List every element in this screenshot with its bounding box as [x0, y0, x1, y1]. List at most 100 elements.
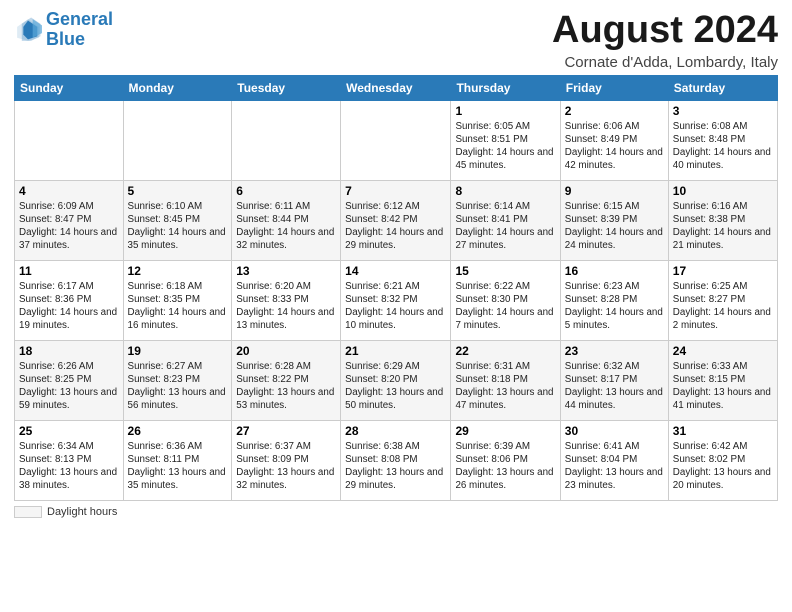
cell-day-number: 27 — [236, 424, 336, 438]
legend-label: Daylight hours — [47, 506, 117, 518]
cell-day-number: 6 — [236, 184, 336, 198]
cell-info: Sunrise: 6:36 AM Sunset: 8:11 PM Dayligh… — [128, 440, 228, 493]
calendar-cell: 5Sunrise: 6:10 AM Sunset: 8:45 PM Daylig… — [123, 180, 232, 260]
calendar-week-row: 11Sunrise: 6:17 AM Sunset: 8:36 PM Dayli… — [15, 260, 778, 340]
cell-day-number: 14 — [345, 264, 446, 278]
calendar-cell: 16 Sunrise: 6:23 AM Sunset: 8:28 PM Dayli… — [560, 260, 668, 340]
calendar-cell: 21 Sunrise: 6:29 AM Sunset: 8:20 PM Dayli… — [341, 340, 451, 420]
cell-day-number: 23 — [565, 344, 664, 358]
calendar-cell: 12Sunrise: 6:18 AM Sunset: 8:35 PM Dayli… — [123, 260, 232, 340]
cell-info: Sunrise: 6:11 AM Sunset: 8:44 PM Dayligh… — [236, 200, 336, 253]
calendar-table: Sunday Monday Tuesday Wednesday Thursday… — [14, 75, 778, 501]
cell-info: Sunrise: 6:10 AM Sunset: 8:45 PM Dayligh… — [128, 200, 228, 253]
cell-day-number: 26 — [128, 424, 228, 438]
calendar-cell: 19 Sunrise: 6:27 AM Sunset: 8:23 PM Dayli… — [123, 340, 232, 420]
cell-day-number: 1 — [455, 104, 555, 118]
cell-info: Sunrise: 6:32 AM Sunset: 8:17 PM Dayligh… — [565, 360, 664, 413]
cell-info: Sunrise: 6:42 AM Sunset: 8:02 PM Dayligh… — [673, 440, 773, 493]
calendar-cell: 4 Sunrise: 6:09 AM Sunset: 8:47 PM Daylig… — [15, 180, 124, 260]
cell-day-number: 29 — [455, 424, 555, 438]
calendar-cell: 23 Sunrise: 6:32 AM Sunset: 8:17 PM Dayli… — [560, 340, 668, 420]
cell-info: Sunrise: 6:14 AM Sunset: 8:41 PM Dayligh… — [455, 200, 555, 253]
cell-info: Sunrise: 6:08 AM Sunset: 8:48 PM Dayligh… — [673, 120, 773, 173]
calendar-cell: 18Sunrise: 6:26 AM Sunset: 8:25 PM Dayli… — [15, 340, 124, 420]
calendar-cell — [232, 100, 341, 180]
cell-day-number: 19 — [128, 344, 228, 358]
cell-info: Sunrise: 6:16 AM Sunset: 8:38 PM Dayligh… — [673, 200, 773, 253]
cell-day-number: 12 — [128, 264, 228, 278]
cell-day-number: 8 — [455, 184, 555, 198]
cell-info: Sunrise: 6:26 AM Sunset: 8:25 PM Dayligh… — [19, 360, 119, 413]
cell-day-number: 25 — [19, 424, 119, 438]
calendar-week-row: 4 Sunrise: 6:09 AM Sunset: 8:47 PM Daylig… — [15, 180, 778, 260]
cell-info: Sunrise: 6:28 AM Sunset: 8:22 PM Dayligh… — [236, 360, 336, 413]
cell-day-number: 28 — [345, 424, 446, 438]
calendar-week-row: 18Sunrise: 6:26 AM Sunset: 8:25 PM Dayli… — [15, 340, 778, 420]
cell-info: Sunrise: 6:34 AM Sunset: 8:13 PM Dayligh… — [19, 440, 119, 493]
calendar-cell: 7Sunrise: 6:12 AM Sunset: 8:42 PM Daylig… — [341, 180, 451, 260]
calendar-cell: 30Sunrise: 6:41 AM Sunset: 8:04 PM Dayli… — [560, 420, 668, 500]
cell-day-number: 15 — [455, 264, 555, 278]
calendar-cell: 3Sunrise: 6:08 AM Sunset: 8:48 PM Daylig… — [668, 100, 777, 180]
cell-info: Sunrise: 6:22 AM Sunset: 8:30 PM Dayligh… — [455, 280, 555, 333]
cell-info: Sunrise: 6:23 AM Sunset: 8:28 PM Dayligh… — [565, 280, 664, 333]
subtitle: Cornate d'Adda, Lombardy, Italy — [552, 54, 778, 71]
calendar-cell: 2 Sunrise: 6:06 AM Sunset: 8:49 PM Daylig… — [560, 100, 668, 180]
calendar-week-row: 1 Sunrise: 6:05 AM Sunset: 8:51 PM Daylig… — [15, 100, 778, 180]
calendar-cell: 31 Sunrise: 6:42 AM Sunset: 8:02 PM Dayli… — [668, 420, 777, 500]
calendar-cell: 17 Sunrise: 6:25 AM Sunset: 8:27 PM Dayli… — [668, 260, 777, 340]
cell-info: Sunrise: 6:25 AM Sunset: 8:27 PM Dayligh… — [673, 280, 773, 333]
cell-info: Sunrise: 6:38 AM Sunset: 8:08 PM Dayligh… — [345, 440, 446, 493]
col-wednesday: Wednesday — [341, 75, 451, 100]
logo-text: General Blue — [46, 10, 113, 50]
header: General Blue August 2024 Cornate d'Adda,… — [14, 10, 778, 71]
cell-info: Sunrise: 6:29 AM Sunset: 8:20 PM Dayligh… — [345, 360, 446, 413]
calendar-cell — [341, 100, 451, 180]
calendar-cell: 22 Sunrise: 6:31 AM Sunset: 8:18 PM Dayli… — [451, 340, 560, 420]
cell-day-number: 24 — [673, 344, 773, 358]
cell-day-number: 2 — [565, 104, 664, 118]
cell-info: Sunrise: 6:39 AM Sunset: 8:06 PM Dayligh… — [455, 440, 555, 493]
calendar-cell: 25 Sunrise: 6:34 AM Sunset: 8:13 PM Dayli… — [15, 420, 124, 500]
calendar-cell: 29 Sunrise: 6:39 AM Sunset: 8:06 PM Dayli… — [451, 420, 560, 500]
calendar-cell: 28 Sunrise: 6:38 AM Sunset: 8:08 PM Dayli… — [341, 420, 451, 500]
col-monday: Monday — [123, 75, 232, 100]
calendar-week-row: 25 Sunrise: 6:34 AM Sunset: 8:13 PM Dayli… — [15, 420, 778, 500]
cell-day-number: 20 — [236, 344, 336, 358]
cell-day-number: 9 — [565, 184, 664, 198]
calendar-cell: 6 Sunrise: 6:11 AM Sunset: 8:44 PM Daylig… — [232, 180, 341, 260]
cell-info: Sunrise: 6:06 AM Sunset: 8:49 PM Dayligh… — [565, 120, 664, 173]
col-sunday: Sunday — [15, 75, 124, 100]
cell-day-number: 31 — [673, 424, 773, 438]
calendar-cell: 24 Sunrise: 6:33 AM Sunset: 8:15 PM Dayli… — [668, 340, 777, 420]
calendar-cell: 8 Sunrise: 6:14 AM Sunset: 8:41 PM Daylig… — [451, 180, 560, 260]
footer-legend: Daylight hours — [14, 506, 117, 518]
col-tuesday: Tuesday — [232, 75, 341, 100]
cell-info: Sunrise: 6:31 AM Sunset: 8:18 PM Dayligh… — [455, 360, 555, 413]
calendar-cell: 27Sunrise: 6:37 AM Sunset: 8:09 PM Dayli… — [232, 420, 341, 500]
cell-info: Sunrise: 6:21 AM Sunset: 8:32 PM Dayligh… — [345, 280, 446, 333]
cell-day-number: 13 — [236, 264, 336, 278]
cell-info: Sunrise: 6:05 AM Sunset: 8:51 PM Dayligh… — [455, 120, 555, 173]
cell-day-number: 4 — [19, 184, 119, 198]
cell-info: Sunrise: 6:17 AM Sunset: 8:36 PM Dayligh… — [19, 280, 119, 333]
cell-info: Sunrise: 6:33 AM Sunset: 8:15 PM Dayligh… — [673, 360, 773, 413]
cell-day-number: 17 — [673, 264, 773, 278]
cell-info: Sunrise: 6:09 AM Sunset: 8:47 PM Dayligh… — [19, 200, 119, 253]
col-saturday: Saturday — [668, 75, 777, 100]
calendar-cell — [15, 100, 124, 180]
cell-info: Sunrise: 6:12 AM Sunset: 8:42 PM Dayligh… — [345, 200, 446, 253]
cell-day-number: 16 — [565, 264, 664, 278]
calendar-cell: 11Sunrise: 6:17 AM Sunset: 8:36 PM Dayli… — [15, 260, 124, 340]
cell-day-number: 30 — [565, 424, 664, 438]
page: General Blue August 2024 Cornate d'Adda,… — [0, 0, 792, 526]
cell-info: Sunrise: 6:15 AM Sunset: 8:39 PM Dayligh… — [565, 200, 664, 253]
cell-info: Sunrise: 6:27 AM Sunset: 8:23 PM Dayligh… — [128, 360, 228, 413]
calendar-cell: 10Sunrise: 6:16 AM Sunset: 8:38 PM Dayli… — [668, 180, 777, 260]
cell-day-number: 22 — [455, 344, 555, 358]
footer: Daylight hours — [14, 506, 778, 518]
cell-day-number: 21 — [345, 344, 446, 358]
col-friday: Friday — [560, 75, 668, 100]
calendar-cell — [123, 100, 232, 180]
calendar-cell: 20 Sunrise: 6:28 AM Sunset: 8:22 PM Dayli… — [232, 340, 341, 420]
